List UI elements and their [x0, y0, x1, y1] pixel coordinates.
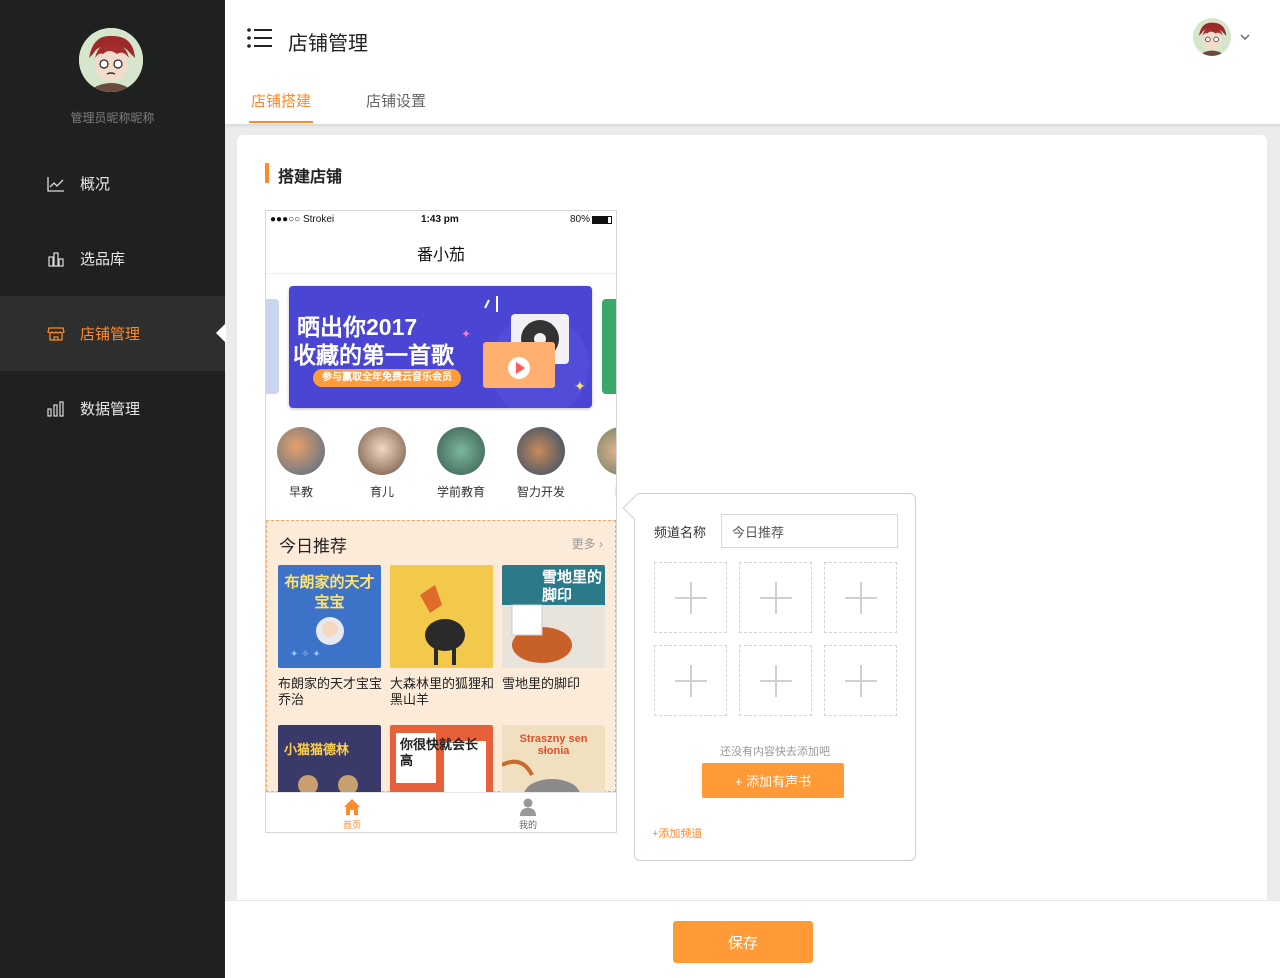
active-indicator: [216, 323, 226, 343]
promo-banner[interactable]: ✦ ✦ 晒出你2017 收藏的第一首歌 参与赢取全年免费云音乐会员: [289, 286, 592, 408]
category-preschool[interactable]: 学前教育: [426, 427, 496, 500]
bar-chart-icon: [46, 249, 66, 269]
tab-store-build[interactable]: 店铺搭建: [251, 90, 311, 111]
category-sleep[interactable]: 睡: [586, 427, 616, 500]
nav-item-overview[interactable]: 概况: [0, 146, 225, 221]
phone-tabbar: 首页 我的: [266, 792, 616, 832]
chevron-down-icon[interactable]: [1238, 30, 1252, 44]
category-parenting[interactable]: 育儿: [347, 427, 417, 500]
category-photo: [437, 427, 485, 475]
battery-icon: [592, 216, 612, 224]
page-title: 店铺管理: [288, 33, 368, 55]
nav-label: 数据管理: [80, 401, 141, 418]
book-cover[interactable]: [390, 565, 493, 668]
cover-title: 你很快就会长高: [400, 737, 479, 768]
status-bar: ●●●○○ Strokei 1:43 pm 80%: [266, 211, 616, 229]
tabbar-mine[interactable]: 我的: [508, 797, 548, 831]
column-chart-icon: [46, 399, 66, 419]
add-content-slot[interactable]: [824, 645, 897, 716]
nav-item-store-management[interactable]: 店铺管理: [0, 296, 226, 371]
add-content-slot[interactable]: [654, 645, 727, 716]
add-content-slot[interactable]: [739, 645, 812, 716]
category-photo: [597, 427, 616, 475]
battery-percent: 80%: [569, 214, 590, 225]
status-time: 1:43 pm: [421, 214, 459, 225]
tabbar-home[interactable]: 首页: [332, 797, 372, 831]
section-title: 搭建店铺: [278, 169, 343, 186]
nav-label: 选品库: [80, 251, 126, 268]
category-label: 智力开发: [516, 485, 565, 499]
carrier-signal: ●●●○○ Strokei: [270, 214, 335, 225]
banner-subtitle: 参与赢取全年免费云音乐会员: [313, 369, 461, 387]
book-cover[interactable]: ✦ ✧ ✦ 布朗家的天才宝宝: [278, 565, 381, 668]
header-shadow: [225, 124, 1280, 128]
channel-name-label: 频道名称: [654, 525, 707, 540]
nav-label: 店铺管理: [80, 326, 141, 343]
add-content-slot[interactable]: [654, 562, 727, 633]
footer-bar: 保存: [225, 900, 1280, 978]
add-content-slot[interactable]: [824, 562, 897, 633]
cover-title: Straszny sen słonia: [519, 733, 588, 757]
add-channel-link[interactable]: +添加频道: [652, 825, 702, 841]
cover-title: 雪地里的脚印: [542, 569, 603, 604]
book-caption: 大森林里的狐狸和黑山羊: [390, 676, 495, 707]
sidebar: 管理员昵称昵称 概况 选品库 店铺管理 数据管理: [0, 0, 226, 978]
admin-avatar[interactable]: [79, 28, 143, 92]
top-header: 店铺管理 店铺搭建 店铺设置: [225, 0, 1280, 124]
app-title: 番小茄: [416, 247, 465, 264]
category-intelligence[interactable]: 智力开发: [506, 427, 576, 500]
banner-headline-2: 收藏的第一首歌: [293, 342, 454, 368]
nav-item-data-management[interactable]: 数据管理: [0, 371, 225, 446]
book-caption: 布朗家的天才宝宝乔治: [278, 676, 383, 707]
store-icon: [46, 324, 66, 344]
category-label: 睡: [615, 485, 616, 499]
add-audiobook-button[interactable]: + 添加有声书: [702, 763, 844, 798]
banner-prev[interactable]: [266, 299, 279, 394]
divider: [266, 273, 616, 274]
book-caption: 雪地里的脚印: [502, 676, 581, 691]
section-accent-bar: [265, 163, 269, 183]
category-label: 学前教育: [436, 485, 485, 499]
recommend-section[interactable]: 今日推荐 更多 › ✦ ✧ ✦ 布朗家的天才宝宝 雪地里的脚印 布朗家的天才宝宝…: [266, 520, 616, 828]
book-cover[interactable]: 雪地里的脚印: [502, 565, 605, 668]
section-heading: 今日推荐: [279, 537, 347, 556]
category-photo: [517, 427, 565, 475]
tab-active-underline: [249, 121, 313, 123]
channel-editor-panel: 频道名称 还没有内容快去添加吧 + 添加有声书 +添加频道: [622, 493, 916, 861]
category-label: 早教: [288, 485, 313, 499]
line-chart-icon: [46, 174, 66, 194]
banner-next[interactable]: [602, 299, 616, 394]
svg-text:✦ ✧ ✦: ✦ ✧ ✦: [290, 649, 321, 660]
tab-store-settings[interactable]: 店铺设置: [366, 90, 426, 111]
more-link[interactable]: 更多 ›: [572, 535, 603, 552]
svg-text:✦: ✦: [574, 378, 586, 394]
tabbar-label: 我的: [518, 820, 537, 830]
empty-hint: 还没有内容快去添加吧: [720, 746, 830, 758]
svg-text:✦: ✦: [461, 327, 471, 341]
add-content-slot[interactable]: [739, 562, 812, 633]
category-label: 育儿: [369, 485, 394, 499]
nav-item-product-library[interactable]: 选品库: [0, 221, 225, 296]
menu-icon[interactable]: [247, 27, 273, 49]
category-photo: [277, 427, 325, 475]
admin-name: 管理员昵称昵称: [70, 111, 155, 125]
home-icon: [342, 797, 362, 817]
user-avatar[interactable]: [1193, 18, 1231, 56]
channel-name-input[interactable]: [721, 514, 898, 548]
cover-title: 小猫猫德林: [284, 742, 350, 757]
tabbar-label: 首页: [342, 820, 361, 830]
user-icon: [518, 797, 538, 817]
cover-title: 布朗家的天才宝宝: [284, 574, 375, 611]
nav-label: 概况: [80, 176, 111, 193]
phone-preview: ●●●○○ Strokei 1:43 pm 80% 番小茄 ✦ ✦ 晒出你201…: [265, 210, 617, 833]
save-button[interactable]: 保存: [673, 921, 813, 963]
category-early-education[interactable]: 早教: [266, 427, 336, 500]
category-photo: [358, 427, 406, 475]
